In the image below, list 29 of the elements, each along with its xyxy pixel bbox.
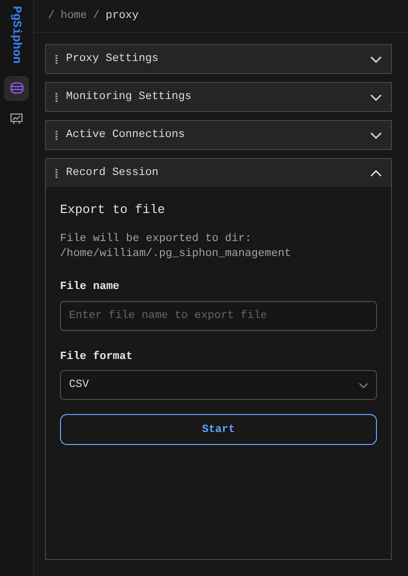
accordion-header[interactable]: Active Connections [46,121,391,149]
drag-handle-icon[interactable] [55,130,58,140]
accordion-header[interactable]: Record Session [46,159,391,187]
file-name-field[interactable]: Enter file name to export file [60,300,377,331]
caret-icon [359,382,368,388]
accordion-header[interactable]: Proxy Settings [46,45,391,73]
app-logo: PgSiphon [10,6,22,64]
database-icon [10,82,24,94]
drag-handle-icon[interactable] [55,54,58,64]
drag-handle-icon[interactable] [55,168,58,178]
drag-handle-icon[interactable] [55,92,58,102]
breadcrumb-link[interactable]: home [60,8,88,24]
field-label: File name [60,280,120,296]
chevron-down-icon [370,94,382,100]
chart-icon [10,113,23,126]
file-format-select[interactable]: CSV [60,370,377,400]
accordion-header[interactable]: Monitoring Settings [46,83,391,111]
export-note: File will be exported to dir: [60,232,252,247]
breadcrumb-link[interactable]: proxy [106,8,139,24]
section-heading: Export to file [60,202,166,219]
sidebar-button[interactable] [4,76,29,101]
chevron-down-icon [370,132,382,138]
field-label: File format [60,350,134,365]
breadcrumb-separator: / [93,8,100,24]
start-button[interactable]: Start [60,414,377,446]
export-path: /home/william/.pg_siphon_management [60,246,292,262]
chevron-down-icon [370,56,382,62]
chevron-up-icon [370,170,382,176]
breadcrumb-separator: / [48,8,55,24]
